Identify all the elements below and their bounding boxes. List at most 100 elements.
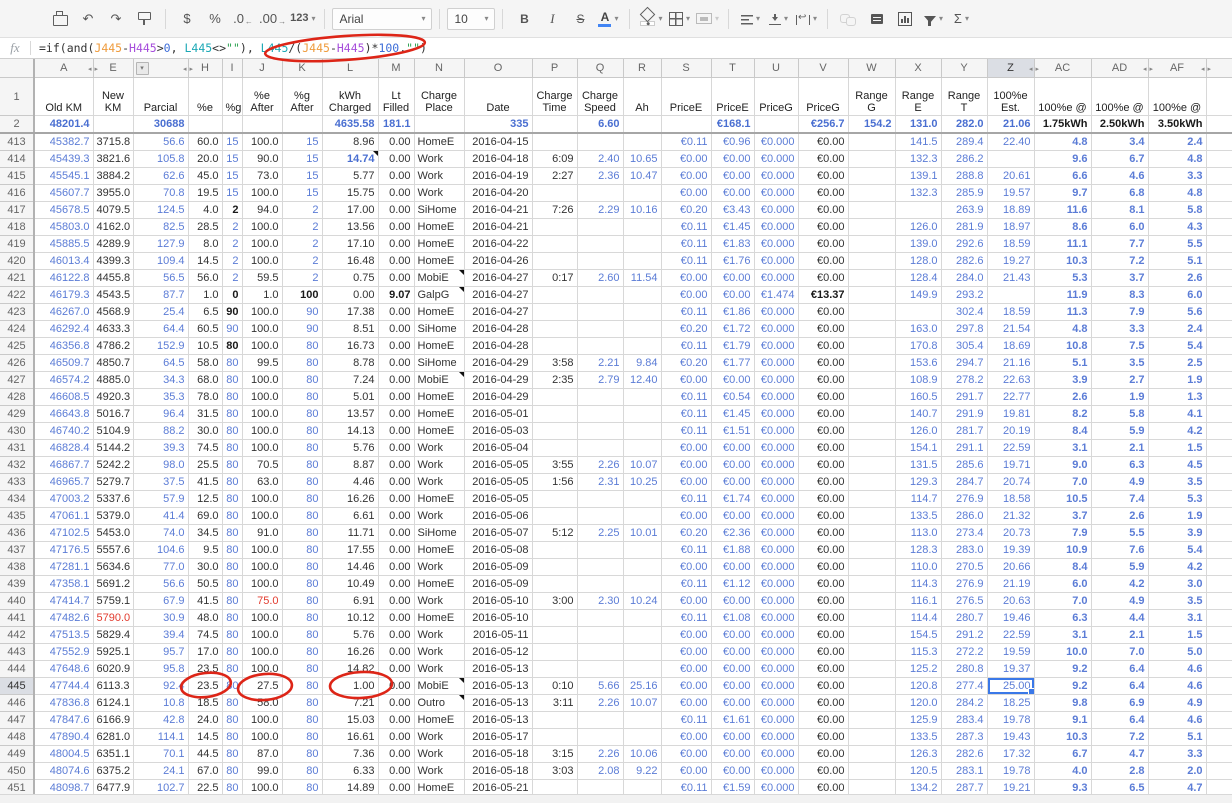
selected-cell[interactable]: 25.00 bbox=[987, 678, 1034, 695]
cell[interactable]: 80 bbox=[282, 763, 322, 780]
cell[interactable] bbox=[623, 576, 661, 593]
cell[interactable]: 80 bbox=[222, 746, 242, 763]
formula-input[interactable]: =if(and(J445-H445>0, L445<>""), L445/(J4… bbox=[39, 41, 427, 55]
cell[interactable]: €0.00 bbox=[798, 372, 848, 389]
cell[interactable]: 100.0 bbox=[242, 661, 282, 678]
cell[interactable]: €0.00 bbox=[661, 372, 711, 389]
cell[interactable]: Work bbox=[414, 644, 464, 661]
cell[interactable]: 272.2 bbox=[941, 644, 987, 661]
column-header-W[interactable]: W bbox=[848, 59, 895, 78]
cell[interactable]: 5.76 bbox=[322, 440, 378, 457]
cell[interactable] bbox=[532, 219, 577, 236]
cell[interactable]: 105.8 bbox=[133, 151, 188, 168]
hidden-cols-left-arrow-icon[interactable]: ◂ bbox=[1143, 65, 1147, 73]
cell[interactable]: 80 bbox=[222, 729, 242, 746]
cell[interactable]: 19.81 bbox=[987, 406, 1034, 423]
cell[interactable]: 276.5 bbox=[941, 593, 987, 610]
summary-cell[interactable]: 48201.4 bbox=[34, 116, 93, 134]
cell[interactable]: €0.000 bbox=[754, 185, 798, 202]
cell[interactable]: 6.0 bbox=[1148, 287, 1206, 304]
cell[interactable]: 8.6 bbox=[1034, 219, 1091, 236]
cell[interactable]: 0:10 bbox=[532, 678, 577, 695]
column-header-A[interactable]: A◂ bbox=[34, 59, 93, 78]
cell[interactable]: 50.5 bbox=[188, 576, 222, 593]
cell[interactable]: 80 bbox=[282, 661, 322, 678]
cell[interactable]: 47102.5 bbox=[34, 525, 93, 542]
cell[interactable]: 132.3 bbox=[895, 151, 941, 168]
cell[interactable]: 100.0 bbox=[242, 559, 282, 576]
cell[interactable]: 4.2 bbox=[1148, 423, 1206, 440]
cell[interactable]: 74.5 bbox=[188, 627, 222, 644]
cell[interactable] bbox=[848, 746, 895, 763]
cell[interactable]: €0.00 bbox=[798, 219, 848, 236]
cell[interactable]: 16.61 bbox=[322, 729, 378, 746]
cell[interactable]: 17.55 bbox=[322, 542, 378, 559]
cell[interactable]: 1.3 bbox=[1148, 389, 1206, 406]
cell[interactable]: €0.00 bbox=[798, 576, 848, 593]
cell-pad[interactable] bbox=[1206, 321, 1232, 338]
cell[interactable]: €0.00 bbox=[711, 746, 754, 763]
cell[interactable]: 5.4 bbox=[1148, 338, 1206, 355]
cell[interactable]: 80 bbox=[282, 593, 322, 610]
cell[interactable]: 16.48 bbox=[322, 253, 378, 270]
summary-cell[interactable] bbox=[242, 116, 282, 134]
cell[interactable]: 7.2 bbox=[1091, 729, 1148, 746]
cell[interactable]: €0.11 bbox=[661, 491, 711, 508]
cell[interactable] bbox=[848, 270, 895, 287]
cell[interactable]: 80 bbox=[222, 610, 242, 627]
cell[interactable]: 6.6 bbox=[1034, 168, 1091, 185]
row-header-428[interactable]: 428 bbox=[0, 389, 34, 406]
cell[interactable]: 21.43 bbox=[987, 270, 1034, 287]
cell[interactable] bbox=[532, 321, 577, 338]
cell[interactable] bbox=[848, 423, 895, 440]
row-header-432[interactable]: 432 bbox=[0, 457, 34, 474]
cell[interactable]: 100.0 bbox=[242, 389, 282, 406]
cell[interactable]: €0.00 bbox=[711, 593, 754, 610]
cell[interactable] bbox=[623, 423, 661, 440]
cell[interactable] bbox=[623, 729, 661, 746]
cell[interactable]: 2016-05-13 bbox=[464, 661, 532, 678]
cell[interactable] bbox=[577, 661, 623, 678]
cell[interactable]: €0.00 bbox=[798, 133, 848, 151]
cell[interactable]: GalpG bbox=[414, 287, 464, 304]
cell[interactable]: €0.000 bbox=[754, 474, 798, 491]
cell[interactable]: 100.0 bbox=[242, 712, 282, 729]
cell[interactable] bbox=[848, 729, 895, 746]
cell[interactable]: 3.7 bbox=[1091, 270, 1148, 287]
cell[interactable]: HomeE bbox=[414, 406, 464, 423]
cell[interactable]: 80 bbox=[222, 593, 242, 610]
hidden-cols-left-arrow-icon[interactable]: ◂ bbox=[1029, 65, 1033, 73]
hidden-cols-right-arrow-icon[interactable]: ▸ bbox=[190, 65, 194, 73]
cell[interactable]: 4543.5 bbox=[93, 287, 133, 304]
cell[interactable]: 4.8 bbox=[1148, 151, 1206, 168]
cell[interactable]: 9.7 bbox=[1034, 185, 1091, 202]
cell[interactable]: 17.32 bbox=[987, 746, 1034, 763]
cell[interactable]: 0.00 bbox=[378, 457, 414, 474]
cell[interactable]: 14.5 bbox=[188, 253, 222, 270]
cell[interactable]: 2016-05-03 bbox=[464, 423, 532, 440]
cell[interactable]: 280.7 bbox=[941, 610, 987, 627]
cell[interactable]: 104.6 bbox=[133, 542, 188, 559]
cell[interactable]: 99.0 bbox=[242, 763, 282, 780]
cell[interactable] bbox=[895, 202, 941, 219]
cell[interactable]: €0.11 bbox=[661, 423, 711, 440]
cell[interactable] bbox=[577, 389, 623, 406]
cell[interactable]: 90 bbox=[282, 304, 322, 321]
cell[interactable]: 152.9 bbox=[133, 338, 188, 355]
cell[interactable] bbox=[848, 133, 895, 151]
cell[interactable]: 5.9 bbox=[1091, 559, 1148, 576]
cell[interactable]: 64.4 bbox=[133, 321, 188, 338]
cell[interactable]: HomeE bbox=[414, 253, 464, 270]
cell[interactable] bbox=[532, 661, 577, 678]
cell[interactable]: 46643.8 bbox=[34, 406, 93, 423]
cell[interactable]: 4.46 bbox=[322, 474, 378, 491]
row-header-447[interactable]: 447 bbox=[0, 712, 34, 729]
cell[interactable]: 10.3 bbox=[1034, 253, 1091, 270]
print-icon[interactable] bbox=[46, 7, 74, 31]
cell[interactable]: 2.4 bbox=[1148, 133, 1206, 151]
cell[interactable] bbox=[848, 389, 895, 406]
cell[interactable]: 6.61 bbox=[322, 508, 378, 525]
cell[interactable]: 0.00 bbox=[378, 474, 414, 491]
cell[interactable]: 128.3 bbox=[895, 542, 941, 559]
cell[interactable]: 17.0 bbox=[188, 644, 222, 661]
